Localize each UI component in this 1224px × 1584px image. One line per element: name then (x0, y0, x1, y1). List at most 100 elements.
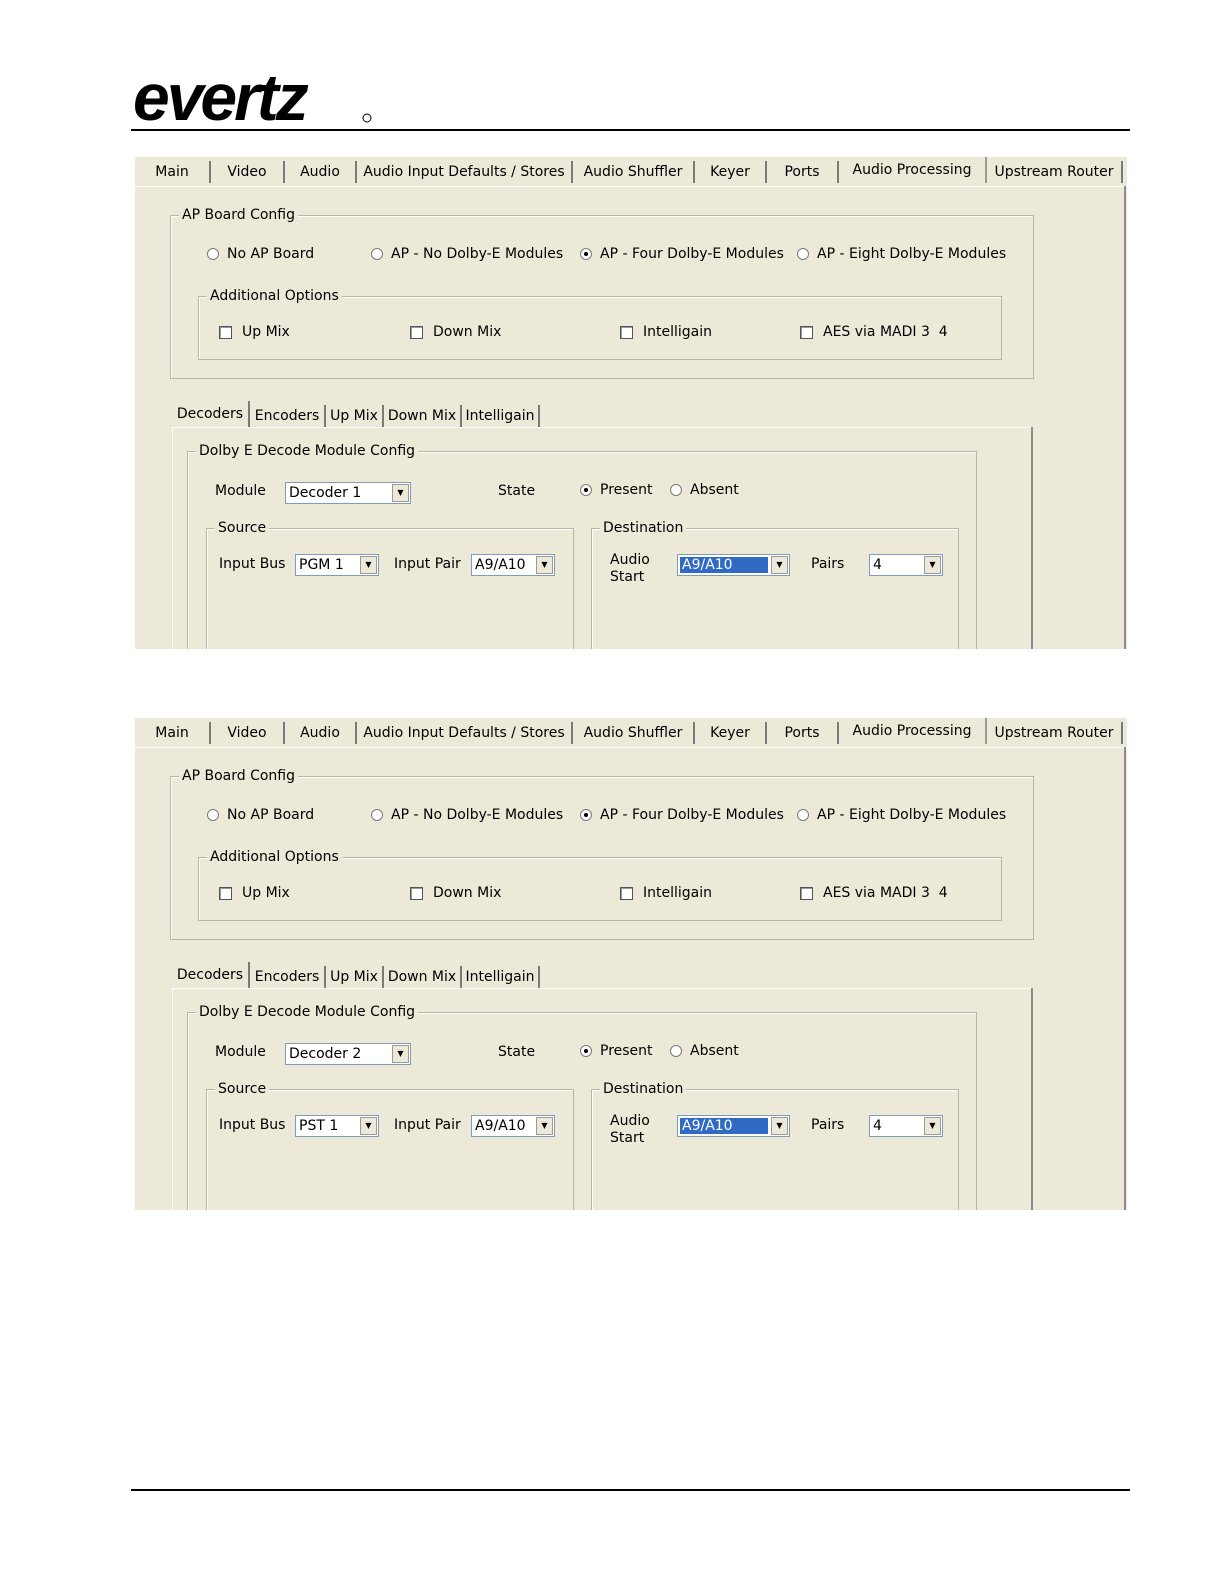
input-pair-select[interactable]: A9/A10 ▼ (471, 554, 555, 576)
subtab-label: Intelligain (465, 408, 535, 424)
pairs-select[interactable]: 4 ▼ (869, 1115, 943, 1137)
chevron-down-icon[interactable]: ▼ (924, 556, 941, 574)
tab-audio-processing[interactable]: Audio Processing (839, 157, 987, 183)
radio-state-absent[interactable]: Absent (670, 1042, 739, 1060)
radio-ap-four-dolby[interactable]: AP - Four Dolby-E Modules (580, 245, 784, 263)
checkbox-aes-via-madi[interactable]: AES via MADI 3 4 (800, 323, 948, 341)
subtab-intelligain[interactable]: Intelligain (462, 405, 540, 427)
checkbox-aes-via-madi[interactable]: AES via MADI 3 4 (800, 884, 948, 902)
tab-video[interactable]: Video (211, 161, 285, 183)
subtab-intelligain[interactable]: Intelligain (462, 966, 540, 988)
chevron-down-icon[interactable]: ▼ (536, 1117, 553, 1135)
chevron-down-icon[interactable]: ▼ (771, 1117, 788, 1135)
tab-audio-processing[interactable]: Audio Processing (839, 718, 987, 744)
tab-label: Audio (300, 725, 340, 741)
subtab-decoders[interactable]: Decoders (172, 962, 250, 988)
tab-ports[interactable]: Ports (767, 722, 839, 744)
tab-main[interactable]: Main (135, 722, 211, 744)
tab-audio-input-defaults-stores[interactable]: Audio Input Defaults / Stores (357, 161, 573, 183)
input-bus-select[interactable]: PST 1 ▼ (295, 1115, 379, 1137)
radio-label: Present (600, 482, 653, 498)
subtab-up-mix[interactable]: Up Mix (326, 966, 384, 988)
pairs-select[interactable]: 4 ▼ (869, 554, 943, 576)
module-select-value: Decoder 2 (289, 1046, 362, 1062)
module-select[interactable]: Decoder 2 ▼ (285, 1043, 411, 1065)
dolby-decode-config-legend: Dolby E Decode Module Config (196, 1003, 419, 1021)
radio-state-absent[interactable]: Absent (670, 481, 739, 499)
chevron-down-icon[interactable]: ▼ (536, 556, 553, 574)
radio-label: Present (600, 1043, 653, 1059)
tab-label: Ports (784, 725, 820, 741)
checkbox-up-mix[interactable]: Up Mix (219, 884, 290, 902)
checkbox-intelligain[interactable]: Intelligain (620, 323, 712, 341)
tab-audio-shuffler[interactable]: Audio Shuffler (573, 161, 695, 183)
tab-upstream-router[interactable]: Upstream Router (987, 161, 1123, 183)
tab-audio-shuffler[interactable]: Audio Shuffler (573, 722, 695, 744)
subtab-encoders[interactable]: Encoders (250, 405, 326, 427)
tab-label: Upstream Router (994, 164, 1114, 180)
source-legend: Source (215, 1080, 270, 1098)
checkbox-icon (620, 325, 633, 339)
input-bus-value: PST 1 (299, 1118, 339, 1134)
tab-audio[interactable]: Audio (285, 161, 357, 183)
tab-video[interactable]: Video (211, 722, 285, 744)
sub-panel-left-edge (172, 427, 173, 649)
destination-group: Destination Audio Start A9/A10 ▼ Pairs 4… (591, 519, 959, 649)
tab-audio-input-defaults-stores[interactable]: Audio Input Defaults / Stores (357, 722, 573, 744)
chevron-down-icon[interactable]: ▼ (360, 1117, 377, 1135)
subtab-decoders[interactable]: Decoders (172, 401, 250, 427)
radio-no-ap-board[interactable]: No AP Board (207, 806, 314, 824)
tab-keyer[interactable]: Keyer (695, 722, 767, 744)
radio-no-ap-board[interactable]: No AP Board (207, 245, 314, 263)
input-pair-select[interactable]: A9/A10 ▼ (471, 1115, 555, 1137)
tab-label: Keyer (710, 164, 750, 180)
tab-label: Keyer (710, 725, 750, 741)
chevron-down-icon[interactable]: ▼ (392, 484, 409, 502)
checkbox-down-mix[interactable]: Down Mix (410, 323, 501, 341)
radio-state-present[interactable]: Present (580, 481, 653, 499)
tab-main[interactable]: Main (135, 161, 211, 183)
chevron-down-icon[interactable]: ▼ (392, 1045, 409, 1063)
radio-ap-no-dolby[interactable]: AP - No Dolby-E Modules (371, 806, 563, 824)
radio-ap-no-dolby[interactable]: AP - No Dolby-E Modules (371, 245, 563, 263)
radio-label: No AP Board (227, 807, 315, 823)
chevron-down-icon[interactable]: ▼ (924, 1117, 941, 1135)
subtab-down-mix[interactable]: Down Mix (384, 405, 462, 427)
radio-ap-four-dolby[interactable]: AP - Four Dolby-E Modules (580, 806, 784, 824)
radio-ap-eight-dolby[interactable]: AP - Eight Dolby-E Modules (797, 806, 1006, 824)
checkbox-up-mix[interactable]: Up Mix (219, 323, 290, 341)
checkbox-intelligain[interactable]: Intelligain (620, 884, 712, 902)
checkbox-icon (800, 325, 813, 339)
subtab-up-mix[interactable]: Up Mix (326, 405, 384, 427)
subtab-encoders[interactable]: Encoders (250, 966, 326, 988)
input-bus-select[interactable]: PGM 1 ▼ (295, 554, 379, 576)
tab-keyer[interactable]: Keyer (695, 161, 767, 183)
tab-upstream-router[interactable]: Upstream Router (987, 722, 1123, 744)
subtab-down-mix[interactable]: Down Mix (384, 966, 462, 988)
radio-selected-icon (580, 484, 592, 496)
audio-start-select[interactable]: A9/A10 ▼ (677, 554, 790, 576)
state-label: State (498, 483, 536, 499)
radio-icon (670, 484, 682, 496)
tab-label: Upstream Router (994, 725, 1114, 741)
subtab-label: Intelligain (465, 969, 535, 985)
tab-ports[interactable]: Ports (767, 161, 839, 183)
audio-start-select[interactable]: A9/A10 ▼ (677, 1115, 790, 1137)
checkbox-label: Up Mix (242, 885, 290, 901)
sub-panel-edge (172, 988, 1032, 989)
checkbox-label: Intelligain (643, 324, 713, 340)
checkbox-down-mix[interactable]: Down Mix (410, 884, 501, 902)
checkbox-icon (410, 325, 423, 339)
subtab-label: Decoders (176, 406, 244, 422)
chevron-down-icon[interactable]: ▼ (771, 556, 788, 574)
additional-options-legend: Additional Options (207, 848, 342, 866)
ap-board-config-legend: AP Board Config (179, 206, 298, 224)
additional-options-legend: Additional Options (207, 287, 342, 305)
radio-ap-eight-dolby[interactable]: AP - Eight Dolby-E Modules (797, 245, 1006, 263)
radio-state-present[interactable]: Present (580, 1042, 653, 1060)
module-select[interactable]: Decoder 1 ▼ (285, 482, 411, 504)
chevron-down-icon[interactable]: ▼ (360, 556, 377, 574)
tab-panel-right-edge (1124, 747, 1126, 1210)
checkbox-icon (410, 886, 423, 900)
tab-audio[interactable]: Audio (285, 722, 357, 744)
